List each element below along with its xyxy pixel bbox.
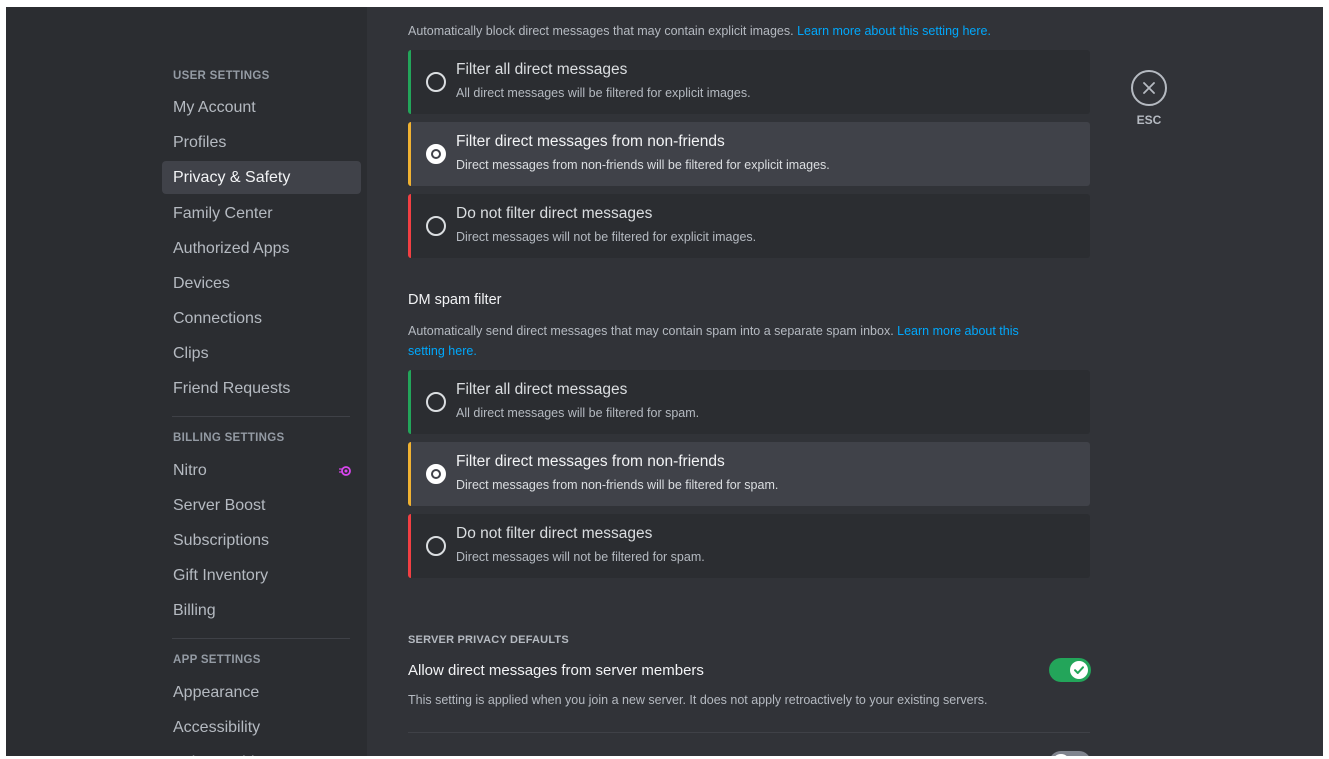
explicit-filter-description: Automatically block direct messages that… — [408, 21, 991, 41]
nav-appearance[interactable]: Appearance — [162, 676, 361, 709]
nav-accessibility[interactable]: Accessibility — [162, 711, 361, 744]
nav-connections[interactable]: Connections — [162, 302, 361, 335]
nav-nitro[interactable]: Nitro — [162, 454, 361, 487]
nav-privacy-safety[interactable]: Privacy & Safety — [162, 161, 361, 194]
radio-button[interactable] — [426, 392, 446, 412]
section-divider — [408, 732, 1090, 733]
radio-button[interactable] — [426, 536, 446, 556]
explicit-option-all[interactable]: Filter all direct messages All direct me… — [408, 50, 1090, 114]
option-description: Direct messages from non-friends will be… — [456, 478, 779, 492]
nav-profiles[interactable]: Profiles — [162, 126, 361, 159]
option-description: Direct messages will not be filtered for… — [456, 550, 705, 564]
option-title: Do not filter direct messages — [456, 205, 653, 222]
spam-filter-learn-more-link-cont[interactable]: setting here. — [408, 344, 477, 358]
allow-dms-toggle[interactable] — [1049, 658, 1091, 682]
explicit-filter-desc-text: Automatically block direct messages that… — [408, 24, 794, 38]
settings-content: Automatically block direct messages that… — [367, 7, 1323, 756]
next-setting-toggle[interactable] — [1049, 751, 1091, 756]
radio-button[interactable] — [426, 72, 446, 92]
toggle-knob — [1070, 661, 1088, 679]
option-description: Direct messages will not be filtered for… — [456, 230, 757, 244]
explicit-option-non-friends[interactable]: Filter direct messages from non-friends … — [408, 122, 1090, 186]
radio-button-selected[interactable] — [426, 144, 446, 164]
nav-voice-video[interactable]: Voice & Video — [162, 746, 361, 756]
nav-separator — [172, 416, 350, 417]
option-description: All direct messages will be filtered for… — [456, 86, 751, 100]
nav-nitro-label: Nitro — [173, 462, 207, 479]
option-title: Filter all direct messages — [456, 381, 628, 398]
option-description: All direct messages will be filtered for… — [456, 406, 700, 420]
nav-my-account[interactable]: My Account — [162, 91, 361, 124]
nav-devices[interactable]: Devices — [162, 267, 361, 300]
nav-clips[interactable]: Clips — [162, 337, 361, 370]
nav-friend-requests[interactable]: Friend Requests — [162, 372, 361, 405]
nav-family-center[interactable]: Family Center — [162, 197, 361, 230]
allow-dms-title: Allow direct messages from server member… — [408, 662, 704, 679]
check-icon — [1074, 666, 1084, 674]
option-title: Filter all direct messages — [456, 61, 628, 78]
nav-gift-inventory[interactable]: Gift Inventory — [162, 559, 361, 592]
close-button[interactable]: ESC — [1131, 70, 1167, 127]
explicit-filter-learn-more-link[interactable]: Learn more about this setting here. — [797, 24, 991, 38]
user-settings-header: USER SETTINGS — [173, 70, 270, 82]
app-settings-header: APP SETTINGS — [173, 654, 261, 666]
nav-separator — [172, 638, 350, 639]
server-privacy-header: SERVER PRIVACY DEFAULTS — [408, 634, 569, 646]
option-title: Filter direct messages from non-friends — [456, 453, 725, 470]
settings-sidebar: USER SETTINGS My Account Profiles Privac… — [6, 7, 367, 756]
toggle-knob — [1052, 754, 1070, 756]
option-title: Filter direct messages from non-friends — [456, 133, 725, 150]
allow-dms-description: This setting is applied when you join a … — [408, 693, 988, 707]
esc-label: ESC — [1136, 113, 1162, 127]
nitro-icon — [339, 466, 351, 476]
billing-settings-header: BILLING SETTINGS — [173, 432, 285, 444]
spam-option-none[interactable]: Do not filter direct messages Direct mes… — [408, 514, 1090, 578]
radio-button[interactable] — [426, 216, 446, 236]
close-icon[interactable] — [1131, 70, 1167, 106]
nav-subscriptions[interactable]: Subscriptions — [162, 524, 361, 557]
spam-filter-desc-text: Automatically send direct messages that … — [408, 324, 894, 338]
spam-filter-learn-more-link[interactable]: Learn more about this — [897, 324, 1019, 338]
option-title: Do not filter direct messages — [456, 525, 653, 542]
spam-option-non-friends[interactable]: Filter direct messages from non-friends … — [408, 442, 1090, 506]
explicit-option-none[interactable]: Do not filter direct messages Direct mes… — [408, 194, 1090, 258]
nav-billing[interactable]: Billing — [162, 594, 361, 627]
spam-filter-title: DM spam filter — [408, 292, 502, 308]
spam-option-all[interactable]: Filter all direct messages All direct me… — [408, 370, 1090, 434]
spam-filter-description: Automatically send direct messages that … — [408, 321, 1098, 361]
radio-button-selected[interactable] — [426, 464, 446, 484]
nav-authorized-apps[interactable]: Authorized Apps — [162, 232, 361, 265]
app-window: USER SETTINGS My Account Profiles Privac… — [6, 7, 1323, 756]
nav-server-boost[interactable]: Server Boost — [162, 489, 361, 522]
option-description: Direct messages from non-friends will be… — [456, 158, 830, 172]
